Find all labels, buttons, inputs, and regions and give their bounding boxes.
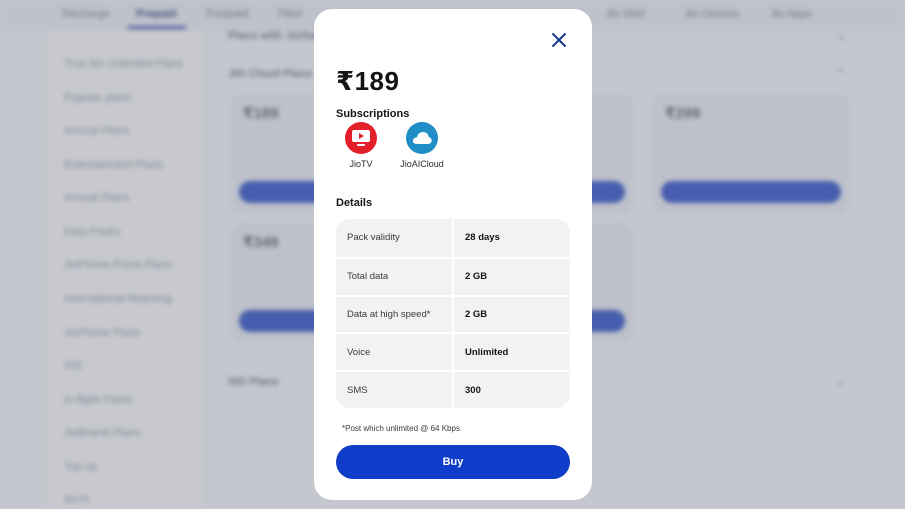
close-button[interactable] (549, 30, 569, 50)
detail-row-pack-validity: Pack validity 28 days (336, 219, 570, 257)
detail-label: Data at high speed* (336, 296, 452, 333)
detail-row-voice: Voice Unlimited (336, 332, 570, 371)
subscription-jioaicloud[interactable]: JioAICloud (392, 122, 452, 169)
detail-label: Voice (336, 334, 452, 371)
details-table: Pack validity 28 days Total data 2 GB Da… (336, 219, 570, 408)
detail-row-high-speed-data: Data at high speed* 2 GB (336, 294, 570, 333)
subscriptions-heading: Subscriptions (336, 108, 410, 120)
detail-label: Pack validity (336, 219, 452, 257)
subscription-name: JioTV (349, 159, 373, 169)
subscription-jiotv[interactable]: JioTV (331, 122, 391, 169)
detail-label: Total data (336, 258, 452, 295)
jioaicloud-icon (406, 122, 438, 154)
subscription-name: JioAICloud (400, 159, 444, 169)
detail-row-total-data: Total data 2 GB (336, 256, 570, 295)
buy-button[interactable]: Buy (336, 445, 570, 479)
detail-row-sms: SMS 300 (336, 370, 570, 408)
detail-value: 28 days (454, 219, 570, 257)
detail-value: 2 GB (454, 296, 570, 333)
plan-price-title: ₹189 (336, 66, 400, 96)
detail-value: 2 GB (454, 258, 570, 295)
jiotv-icon (345, 122, 377, 154)
close-icon (552, 33, 566, 47)
detail-value: 300 (454, 372, 570, 408)
footnote: *Post which unlimited @ 64 Kbps (342, 424, 460, 433)
detail-label: SMS (336, 372, 452, 408)
detail-value: Unlimited (454, 334, 570, 371)
details-heading: Details (336, 197, 373, 209)
